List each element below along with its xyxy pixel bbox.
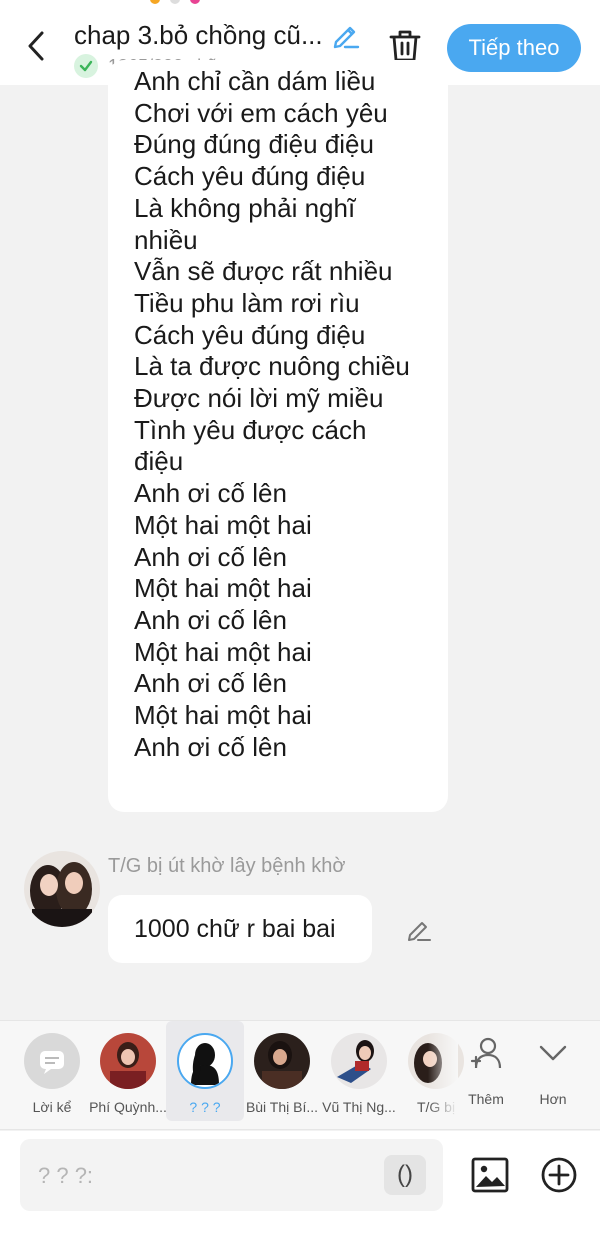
character-vu-thi[interactable]: Vũ Thị Ng... [320,1021,398,1121]
story-line: Chơi với em cách yêu [134,97,388,128]
edit-title-button[interactable] [331,20,361,50]
add-character-button[interactable]: Thêm [456,1021,516,1121]
chevron-left-icon [28,31,44,61]
more-label: Hơn [539,1091,567,1107]
narrator-avatar [24,1033,80,1089]
insert-image-button[interactable] [470,1155,510,1195]
story-line: Anh ơi cố lên [134,731,287,762]
check-icon [74,54,98,78]
story-line: nhiều [134,224,198,255]
author-avatar[interactable] [24,851,100,927]
character-avatar [331,1033,387,1089]
scroll-fade [428,1021,458,1121]
character-name: Phí Quỳnh... [89,1099,167,1115]
story-line: Anh chỉ cần dám liều [134,66,376,96]
story-editor-screen: chap 3.bỏ chồng cũ... 1365/300 chữ Tiếp … [0,0,600,1233]
comment-author: T/G bị út khờ lây bệnh khờ [108,855,346,877]
character-name: Lời kể [32,1099,72,1115]
story-line: Tiều phu làm rơi rìu [134,287,360,318]
character-name: Vũ Thị Ng... [322,1099,396,1115]
message-input[interactable]: ? ? ?: () [20,1139,443,1211]
story-line: Cách yêu đúng điệu [134,161,366,192]
status-bar-remnant [30,0,270,4]
add-character-label: Thêm [468,1091,504,1107]
character-name: Bùi Thị Bí... [245,1099,319,1115]
input-bar: ? ? ?: () [0,1131,600,1233]
chevron-down-icon [539,1045,567,1061]
edit-comment-button[interactable] [405,915,433,943]
story-line: Là ta được nuông chiều [134,351,410,382]
story-line: Một hai một hai [134,509,312,540]
plus-circle-icon [541,1157,577,1193]
trash-icon [389,30,421,62]
chapter-title[interactable]: chap 3.bỏ chồng cũ... [74,20,323,51]
story-line: Được nói lời mỹ miều [134,383,384,414]
character-avatar [254,1033,310,1089]
input-placeholder: ? ? ?: [38,1163,94,1188]
story-line: Một hai một hai [134,636,312,667]
story-line: Tình yêu được cách [134,414,367,445]
character-avatar [100,1033,156,1089]
pencil-icon [333,26,360,49]
more-button[interactable]: Hơn [523,1021,583,1121]
comment-text: 1000 chữ r bai bai [134,914,336,943]
delete-button[interactable] [388,28,422,64]
story-line: Cách yêu đúng điệu [134,319,366,350]
story-text: Anh chỉ cần dám liều Chơi với em cách yêu… [134,66,434,763]
comment-bubble[interactable]: 1000 chữ r bai bai [108,895,372,963]
image-icon [471,1157,509,1193]
story-line: Vẫn sẽ được rất nhiều [134,256,393,287]
character-bui-thi[interactable]: Bùi Thị Bí... [243,1021,321,1121]
character-phi-quynh[interactable]: Phí Quỳnh... [89,1021,167,1121]
back-button[interactable] [22,28,52,64]
story-line: Một hai một hai [134,573,312,604]
next-button[interactable]: Tiếp theo [447,24,581,72]
character-narrator[interactable]: Lời kể [13,1021,91,1121]
add-content-button[interactable] [540,1156,578,1194]
character-bar: Lời kể Phí Quỳnh... ? ? ? Bùi Thị Bí... … [0,1020,600,1130]
avatar-photo [24,851,100,927]
character-name: ? ? ? [189,1099,221,1115]
story-line: Đúng đúng điệu điệu [134,129,374,160]
character-unknown[interactable]: ? ? ? [166,1021,244,1121]
story-line: Là không phải nghĩ [134,192,356,223]
pencil-icon [408,922,431,941]
story-line: Một hai một hai [134,700,312,731]
add-person-icon [470,1037,502,1069]
character-avatar [177,1033,233,1089]
story-line: Anh ơi cố lên [134,604,287,635]
chat-bubble-icon [40,1051,64,1074]
story-line: Anh ơi cố lên [134,668,287,699]
story-line: điệu [134,446,184,477]
story-line: Anh ơi cố lên [134,541,287,572]
parenthesis-button[interactable]: () [384,1155,426,1195]
story-line: Anh ơi cố lên [134,478,287,509]
